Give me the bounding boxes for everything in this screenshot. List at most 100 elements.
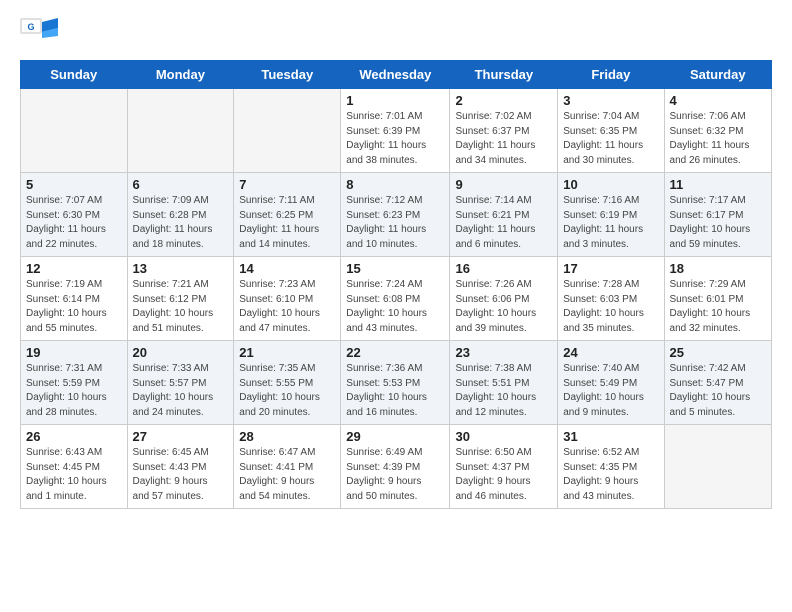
day-number: 25 — [670, 345, 766, 360]
day-number: 19 — [26, 345, 122, 360]
calendar-cell: 13Sunrise: 7:21 AM Sunset: 6:12 PM Dayli… — [127, 257, 234, 341]
day-info: Sunrise: 7:40 AM Sunset: 5:49 PM Dayligh… — [563, 362, 658, 420]
day-number: 24 — [563, 345, 658, 360]
calendar-week-row: 5 Sunrise: 7:07 AM Sunset: 6:30 PM Daylig… — [21, 173, 772, 257]
day-info: Sunrise: 7:31 AM Sunset: 5:59 PM Dayligh… — [26, 362, 122, 420]
day-number: 15 — [346, 261, 444, 276]
day-number: 26 — [26, 429, 122, 444]
calendar-cell — [664, 425, 771, 509]
day-info: Sunrise: 7:14 AM Sunset: 6:21 PM Dayligh… — [455, 194, 552, 252]
day-info: Sunrise: 7:42 AM Sunset: 5:47 PM Dayligh… — [670, 362, 766, 420]
day-number: 20 — [133, 345, 229, 360]
day-number: 11 — [670, 177, 766, 192]
day-info: Sunrise: 6:52 AM Sunset: 4:35 PM Dayligh… — [563, 446, 658, 504]
day-info: Sunrise: 7:29 AM Sunset: 6:01 PM Dayligh… — [670, 278, 766, 336]
header: G — [20, 18, 772, 52]
calendar-cell: 27 Sunrise: 6:45 AM Sunset: 4:43 PM Dayli… — [127, 425, 234, 509]
calendar-cell: 15Sunrise: 7:24 AM Sunset: 6:08 PM Dayli… — [341, 257, 450, 341]
calendar-cell: 11 Sunrise: 7:17 AM Sunset: 6:17 PM Dayli… — [664, 173, 771, 257]
calendar-cell: 26 Sunrise: 6:43 AM Sunset: 4:45 PM Dayli… — [21, 425, 128, 509]
calendar-cell: 3Sunrise: 7:04 AM Sunset: 6:35 PM Daylig… — [558, 89, 664, 173]
calendar-week-row: 12Sunrise: 7:19 AM Sunset: 6:14 PM Dayli… — [21, 257, 772, 341]
calendar-cell — [21, 89, 128, 173]
day-number: 17 — [563, 261, 658, 276]
day-info: Sunrise: 6:45 AM Sunset: 4:43 PM Dayligh… — [133, 446, 229, 504]
day-info: Sunrise: 6:47 AM Sunset: 4:41 PM Dayligh… — [239, 446, 335, 504]
weekday-header-saturday: Saturday — [664, 61, 771, 89]
calendar-cell: 17 Sunrise: 7:28 AM Sunset: 6:03 PM Dayli… — [558, 257, 664, 341]
calendar-week-row: 19 Sunrise: 7:31 AM Sunset: 5:59 PM Dayli… — [21, 341, 772, 425]
calendar-cell: 5 Sunrise: 7:07 AM Sunset: 6:30 PM Daylig… — [21, 173, 128, 257]
calendar-cell: 21 Sunrise: 7:35 AM Sunset: 5:55 PM Dayli… — [234, 341, 341, 425]
day-info: Sunrise: 7:12 AM Sunset: 6:23 PM Dayligh… — [346, 194, 444, 252]
calendar-cell: 29 Sunrise: 6:49 AM Sunset: 4:39 PM Dayli… — [341, 425, 450, 509]
calendar: SundayMondayTuesdayWednesdayThursdayFrid… — [20, 60, 772, 509]
day-number: 14 — [239, 261, 335, 276]
day-info: Sunrise: 7:26 AM Sunset: 6:06 PM Dayligh… — [455, 278, 552, 336]
calendar-cell: 24 Sunrise: 7:40 AM Sunset: 5:49 PM Dayli… — [558, 341, 664, 425]
calendar-cell: 9 Sunrise: 7:14 AM Sunset: 6:21 PM Daylig… — [450, 173, 558, 257]
calendar-cell: 20Sunrise: 7:33 AM Sunset: 5:57 PM Dayli… — [127, 341, 234, 425]
calendar-cell — [234, 89, 341, 173]
day-info: Sunrise: 6:43 AM Sunset: 4:45 PM Dayligh… — [26, 446, 122, 504]
day-info: Sunrise: 7:28 AM Sunset: 6:03 PM Dayligh… — [563, 278, 658, 336]
calendar-cell: 12Sunrise: 7:19 AM Sunset: 6:14 PM Dayli… — [21, 257, 128, 341]
calendar-cell: 18 Sunrise: 7:29 AM Sunset: 6:01 PM Dayli… — [664, 257, 771, 341]
day-info: Sunrise: 7:35 AM Sunset: 5:55 PM Dayligh… — [239, 362, 335, 420]
weekday-header-monday: Monday — [127, 61, 234, 89]
day-info: Sunrise: 6:50 AM Sunset: 4:37 PM Dayligh… — [455, 446, 552, 504]
calendar-cell: 16 Sunrise: 7:26 AM Sunset: 6:06 PM Dayli… — [450, 257, 558, 341]
day-info: Sunrise: 6:49 AM Sunset: 4:39 PM Dayligh… — [346, 446, 444, 504]
day-number: 6 — [133, 177, 229, 192]
calendar-cell: 30Sunrise: 6:50 AM Sunset: 4:37 PM Dayli… — [450, 425, 558, 509]
weekday-header-thursday: Thursday — [450, 61, 558, 89]
day-number: 29 — [346, 429, 444, 444]
calendar-cell: 23Sunrise: 7:38 AM Sunset: 5:51 PM Dayli… — [450, 341, 558, 425]
weekday-header-sunday: Sunday — [21, 61, 128, 89]
calendar-cell: 14 Sunrise: 7:23 AM Sunset: 6:10 PM Dayli… — [234, 257, 341, 341]
calendar-cell: 4 Sunrise: 7:06 AM Sunset: 6:32 PM Daylig… — [664, 89, 771, 173]
day-info: Sunrise: 7:38 AM Sunset: 5:51 PM Dayligh… — [455, 362, 552, 420]
day-number: 18 — [670, 261, 766, 276]
calendar-cell: 2Sunrise: 7:02 AM Sunset: 6:37 PM Daylig… — [450, 89, 558, 173]
calendar-cell: 25 Sunrise: 7:42 AM Sunset: 5:47 PM Dayli… — [664, 341, 771, 425]
day-number: 22 — [346, 345, 444, 360]
day-info: Sunrise: 7:09 AM Sunset: 6:28 PM Dayligh… — [133, 194, 229, 252]
day-number: 5 — [26, 177, 122, 192]
day-info: Sunrise: 7:04 AM Sunset: 6:35 PM Dayligh… — [563, 110, 658, 168]
day-number: 16 — [455, 261, 552, 276]
day-number: 21 — [239, 345, 335, 360]
day-info: Sunrise: 7:19 AM Sunset: 6:14 PM Dayligh… — [26, 278, 122, 336]
day-info: Sunrise: 7:06 AM Sunset: 6:32 PM Dayligh… — [670, 110, 766, 168]
logo: G — [20, 18, 60, 52]
calendar-cell — [127, 89, 234, 173]
day-info: Sunrise: 7:11 AM Sunset: 6:25 PM Dayligh… — [239, 194, 335, 252]
day-number: 4 — [670, 93, 766, 108]
svg-text:G: G — [27, 22, 34, 32]
day-number: 10 — [563, 177, 658, 192]
day-number: 31 — [563, 429, 658, 444]
calendar-cell: 6 Sunrise: 7:09 AM Sunset: 6:28 PM Daylig… — [127, 173, 234, 257]
day-number: 9 — [455, 177, 552, 192]
weekday-header-row: SundayMondayTuesdayWednesdayThursdayFrid… — [21, 61, 772, 89]
calendar-cell: 19 Sunrise: 7:31 AM Sunset: 5:59 PM Dayli… — [21, 341, 128, 425]
day-number: 8 — [346, 177, 444, 192]
day-info: Sunrise: 7:07 AM Sunset: 6:30 PM Dayligh… — [26, 194, 122, 252]
day-number: 28 — [239, 429, 335, 444]
page: G SundayMondayTuesdayWednesdayThursdayFr… — [0, 0, 792, 519]
calendar-cell: 1Sunrise: 7:01 AM Sunset: 6:39 PM Daylig… — [341, 89, 450, 173]
day-number: 27 — [133, 429, 229, 444]
calendar-cell: 7 Sunrise: 7:11 AM Sunset: 6:25 PM Daylig… — [234, 173, 341, 257]
calendar-cell: 10Sunrise: 7:16 AM Sunset: 6:19 PM Dayli… — [558, 173, 664, 257]
day-info: Sunrise: 7:36 AM Sunset: 5:53 PM Dayligh… — [346, 362, 444, 420]
day-info: Sunrise: 7:17 AM Sunset: 6:17 PM Dayligh… — [670, 194, 766, 252]
calendar-week-row: 26 Sunrise: 6:43 AM Sunset: 4:45 PM Dayli… — [21, 425, 772, 509]
weekday-header-wednesday: Wednesday — [341, 61, 450, 89]
day-info: Sunrise: 7:23 AM Sunset: 6:10 PM Dayligh… — [239, 278, 335, 336]
weekday-header-tuesday: Tuesday — [234, 61, 341, 89]
day-number: 1 — [346, 93, 444, 108]
day-number: 2 — [455, 93, 552, 108]
logo-icon: G — [20, 18, 58, 52]
calendar-cell: 8 Sunrise: 7:12 AM Sunset: 6:23 PM Daylig… — [341, 173, 450, 257]
day-number: 7 — [239, 177, 335, 192]
